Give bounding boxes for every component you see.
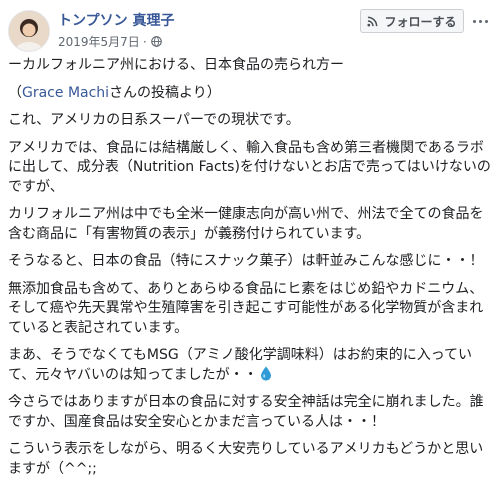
post-paragraph-9: 今さらではありますが日本の食品に対する安全神話は完全に崩れました。誰ですか、国産… (8, 394, 484, 430)
more-options-button[interactable] (470, 14, 490, 28)
post-paragraph-3: これ、アメリカの日系スーパーでの現状です。 (8, 112, 300, 128)
post-date[interactable]: 2019年5月7日 (58, 33, 140, 50)
follow-label: フォローする (384, 14, 457, 29)
mention-link[interactable]: Grace Machi (22, 85, 109, 101)
rss-icon (367, 16, 378, 27)
post-paragraph-6: そうなると、日本の食品（特にスナック菓子）は軒並みこんな感じに・・！ (8, 253, 484, 269)
facebook-post: トンプソン 真理子 2019年5月7日 · フォローする ーカルフォルニア州にお… (0, 0, 497, 479)
post-paragraph-2: （Grace Machiさんの投稿より） (8, 84, 492, 104)
author-name[interactable]: トンプソン 真理子 (58, 10, 174, 30)
post-paragraph-7: 無添加食品も含めて、ありとあらゆる食品にヒ素をはじめ鉛やカドニウム、そして癌や先… (8, 280, 484, 336)
more-options-icon (472, 19, 476, 23)
globe-icon[interactable] (150, 36, 162, 47)
post-body: ーカルフォルニア州における、日本食品の売られ方ー （Grace Machiさんの… (8, 56, 492, 479)
droplet-icon (260, 366, 271, 381)
post-paragraph-10: こういう表示をしながら、明るく大安売りしているアメリカもどうかと思いますが（^^… (8, 441, 484, 477)
paren-open: （ (8, 84, 22, 101)
post-paragraph-8: まあ、そうでなくてもMSG（アミノ酸化学調味料）はお約束的に入っていて、元々ヤバ… (8, 346, 492, 385)
post-paragraph-4: アメリカでは、食品には結構厳しく、輸入食品も含め第三者機関であるラボに出して、成… (8, 139, 491, 195)
meta-separator: · (142, 34, 147, 49)
post-meta: 2019年5月7日 · (58, 33, 162, 50)
mention-suffix: さんの投稿より） (109, 84, 221, 101)
avatar[interactable] (8, 10, 50, 52)
follow-button[interactable]: フォローする (360, 9, 464, 33)
avatar-image (9, 11, 49, 51)
post-paragraph-1: ーカルフォルニア州における、日本食品の売られ方ー (8, 57, 344, 73)
paragraph-8-text: まあ、そうでなくてもMSG（アミノ酸化学調味料）はお約束的に入っていて、元々ヤバ… (8, 347, 472, 383)
post-paragraph-5: カリフォルニア州は中でも全米一健康志向が高い州で、州法で全ての食品を含む商品に「… (8, 206, 484, 242)
